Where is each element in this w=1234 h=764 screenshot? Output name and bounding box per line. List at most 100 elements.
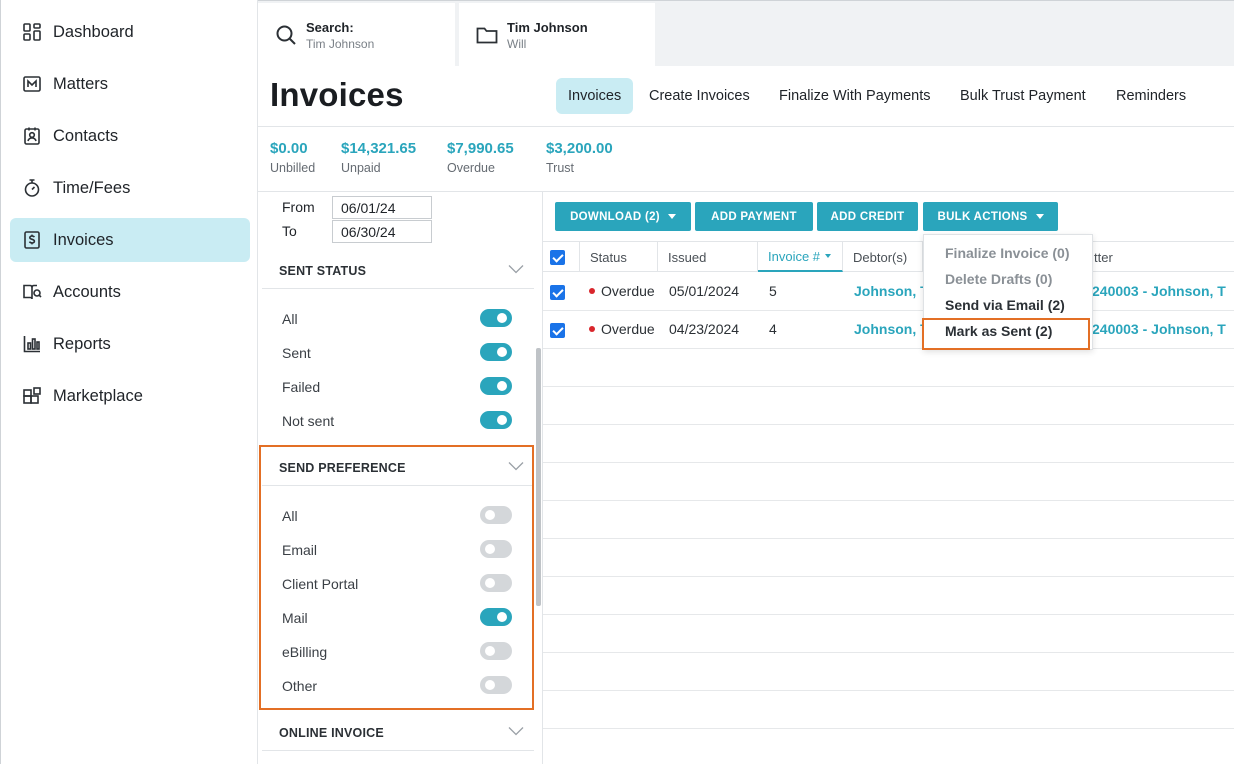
column-header-status[interactable]: Status (580, 242, 658, 272)
folder-icon (476, 27, 498, 44)
menu-item-finalize-invoice[interactable]: Finalize Invoice (0) (945, 245, 1069, 261)
menu-item-mark-as-sent[interactable]: Mark as Sent (2) (945, 323, 1052, 339)
toggle-switch[interactable] (480, 540, 512, 558)
menu-item-send-via-email[interactable]: Send via Email (2) (945, 297, 1065, 313)
issued-cell: 04/23/2024 (669, 321, 740, 337)
chevron-down-icon (508, 265, 524, 274)
menu-item-delete-drafts[interactable]: Delete Drafts (0) (945, 271, 1052, 287)
row-divider (543, 538, 1234, 539)
divider (262, 750, 534, 751)
row-divider (543, 310, 1234, 311)
sidebar-item-contacts[interactable]: Contacts (10, 114, 250, 158)
option-label: All (282, 311, 298, 327)
section-title: SENT STATUS (279, 264, 367, 278)
to-label: To (282, 223, 297, 239)
send-preference-option-all: All (282, 506, 512, 524)
debtor-link[interactable]: Johnson, T (854, 283, 929, 299)
stat-label: Overdue (447, 161, 495, 175)
bar-chart-icon (23, 336, 40, 353)
row-checkbox[interactable] (550, 323, 565, 338)
add-credit-button[interactable]: ADD CREDIT (817, 202, 918, 231)
sent-status-option-not-sent: Not sent (282, 411, 512, 429)
tab-reminders[interactable]: Reminders (1104, 78, 1198, 114)
sidebar-item-reports[interactable]: Reports (10, 322, 250, 366)
tab-create-invoices[interactable]: Create Invoices (637, 78, 762, 114)
issued-cell: 05/01/2024 (669, 283, 740, 299)
row-divider (543, 690, 1234, 691)
stat-value: $7,990.65 (447, 140, 514, 157)
option-label: Sent (282, 345, 311, 361)
bulk-actions-button[interactable]: BULK ACTIONS (923, 202, 1058, 231)
chevron-down-icon (508, 462, 524, 471)
tab-invoices[interactable]: Invoices (556, 78, 634, 114)
download-button[interactable]: DOWNLOAD (2) (555, 202, 691, 231)
dashboard-icon (23, 23, 41, 41)
matter-link[interactable]: 240003 - Johnson, T (1092, 283, 1226, 299)
to-date-input[interactable] (332, 220, 432, 243)
search-icon (276, 25, 296, 45)
debtor-link[interactable]: Johnson, T (854, 321, 929, 337)
status-cell: Overdue (589, 321, 655, 337)
divider (262, 485, 534, 486)
row-divider (543, 728, 1234, 729)
toggle-switch[interactable] (480, 411, 512, 429)
add-payment-button[interactable]: ADD PAYMENT (695, 202, 813, 231)
from-date-input[interactable] (332, 196, 432, 219)
divider (262, 288, 534, 289)
column-header-issued[interactable]: Issued (658, 242, 758, 272)
tab-finalize-with-payments[interactable]: Finalize With Payments (767, 78, 943, 114)
toggle-switch[interactable] (480, 642, 512, 660)
send-preference-option-other: Other (282, 676, 512, 694)
sidebar-item-invoices[interactable]: Invoices (10, 218, 250, 262)
toggle-switch[interactable] (480, 506, 512, 524)
option-label: Not sent (282, 413, 335, 429)
toggle-switch[interactable] (480, 676, 512, 694)
toggle-switch[interactable] (480, 309, 512, 327)
overdue-dot-icon (589, 288, 595, 295)
matter-tab[interactable]: Tim Johnson Will (459, 3, 655, 67)
option-label: eBilling (282, 644, 328, 660)
send-preference-header[interactable]: SEND PREFERENCE (279, 461, 524, 475)
divider (258, 126, 1234, 127)
sent-status-option-all: All (282, 309, 512, 327)
column-header-debtors[interactable]: Debtor(s) (843, 242, 923, 272)
option-label: Other (282, 678, 318, 694)
button-label: ADD CREDIT (830, 210, 905, 223)
filter-panel-scrollbar[interactable] (536, 348, 541, 606)
row-checkbox[interactable] (550, 285, 565, 300)
stat-trust[interactable]: $3,200.00 Trust (546, 140, 613, 175)
matter-link[interactable]: 240003 - Johnson, T (1092, 321, 1226, 337)
tab-bulk-trust-payment[interactable]: Bulk Trust Payment (948, 78, 1098, 114)
stat-overdue[interactable]: $7,990.65 Overdue (447, 140, 514, 175)
toggle-switch[interactable] (480, 608, 512, 626)
online-invoice-header[interactable]: ONLINE INVOICE (279, 726, 524, 740)
sidebar-item-accounts[interactable]: Accounts (10, 270, 250, 314)
search-tab-subtitle: Tim Johnson (306, 36, 375, 51)
search-tab[interactable]: Search: Tim Johnson (258, 3, 455, 67)
stat-value: $0.00 (270, 140, 308, 157)
send-preference-option-client-portal: Client Portal (282, 574, 512, 592)
option-label: All (282, 508, 298, 524)
stat-unpaid[interactable]: $14,321.65 Unpaid (341, 140, 416, 175)
from-label: From (282, 199, 315, 215)
contacts-icon (24, 127, 40, 145)
row-divider (543, 348, 1234, 349)
send-preference-option-mail: Mail (282, 608, 512, 626)
sidebar-item-label: Accounts (53, 282, 121, 301)
sent-status-header[interactable]: SENT STATUS (279, 264, 524, 278)
sidebar-item-matters[interactable]: Matters (10, 62, 250, 106)
stat-unbilled[interactable]: $0.00 Unbilled (270, 140, 315, 175)
sidebar-item-label: Reports (53, 334, 111, 353)
section-title: SEND PREFERENCE (279, 461, 406, 475)
sidebar-item-marketplace[interactable]: Marketplace (10, 374, 250, 418)
toggle-switch[interactable] (480, 343, 512, 361)
column-header-matter[interactable]: tter (1091, 242, 1234, 272)
toggle-switch[interactable] (480, 574, 512, 592)
stat-value: $14,321.65 (341, 140, 417, 157)
toggle-switch[interactable] (480, 377, 512, 395)
row-divider (543, 386, 1234, 387)
section-title: ONLINE INVOICE (279, 726, 384, 740)
sidebar-item-time-fees[interactable]: Time/Fees (10, 166, 250, 210)
column-header-invoice-number[interactable]: Invoice # (758, 242, 843, 272)
sidebar-item-dashboard[interactable]: Dashboard (10, 10, 250, 54)
